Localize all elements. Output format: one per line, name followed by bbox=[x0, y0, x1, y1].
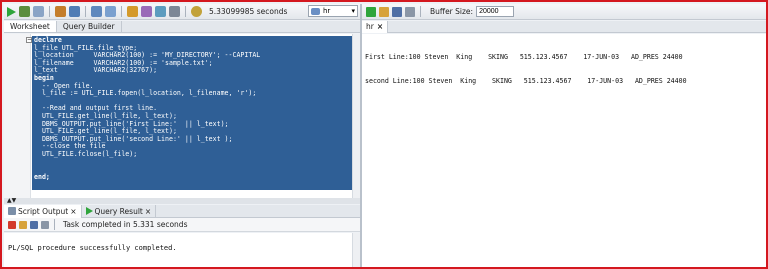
print-icon[interactable] bbox=[41, 220, 49, 229]
code-line: end; bbox=[34, 172, 50, 181]
buffer-size-input[interactable]: 20000 bbox=[476, 6, 515, 17]
tab-hr-label: hr bbox=[366, 22, 374, 31]
code-selection[interactable]: declare l_file UTL_FILE.file_type; l_locat… bbox=[32, 36, 352, 190]
chevron-down-icon: ▾ bbox=[351, 7, 355, 15]
script-output-text: PL/SQL procedure successfully completed. bbox=[8, 244, 177, 252]
eraser-icon[interactable] bbox=[379, 6, 389, 17]
task-status: Task completed in 5.331 seconds bbox=[63, 220, 188, 229]
toolbar-separator bbox=[420, 6, 421, 17]
editor-scrollbar[interactable] bbox=[352, 34, 360, 198]
toolbar-separator bbox=[54, 219, 55, 230]
dbms-output-line: second Line:100 Steven King SKING 515.12… bbox=[365, 77, 768, 85]
database-icon bbox=[311, 8, 320, 15]
tab-script-output-label: Script Output bbox=[18, 206, 69, 216]
dbms-output-tabs: hr × bbox=[362, 21, 766, 33]
code-line: l_text VARCHAR2(32767); bbox=[34, 66, 158, 75]
worksheet-toolbar: 5.33099985 seconds bbox=[4, 4, 360, 20]
rollback-icon[interactable] bbox=[55, 6, 66, 17]
app-frame: 5.33099985 seconds hr ▾ Worksheet Query … bbox=[0, 0, 768, 269]
close-icon[interactable]: × bbox=[145, 207, 151, 216]
toolbar-separator bbox=[121, 6, 122, 17]
worksheet-tabs: Worksheet Query Builder bbox=[4, 21, 360, 33]
clear-icon[interactable] bbox=[127, 6, 138, 17]
close-icon[interactable]: × bbox=[70, 207, 76, 216]
toolbar-separator bbox=[85, 6, 86, 17]
dbms-output-line: First Line:100 Steven King SKING 515.123… bbox=[365, 53, 768, 61]
tab-query-builder[interactable]: Query Builder bbox=[57, 21, 122, 32]
history-icon[interactable] bbox=[141, 6, 152, 17]
tab-hr[interactable]: hr × bbox=[362, 21, 389, 33]
pin-icon[interactable] bbox=[8, 220, 16, 229]
tab-script-output[interactable]: Script Output × bbox=[4, 204, 82, 218]
output-toolbar: Task completed in 5.331 seconds bbox=[4, 218, 360, 232]
format-icon[interactable] bbox=[155, 6, 166, 17]
run-statement-icon[interactable] bbox=[7, 6, 16, 17]
panel-splitter[interactable]: ▲▼ bbox=[4, 198, 360, 204]
code-line: l_file := UTL_FILE.fopen(l_location, l_f… bbox=[34, 89, 257, 98]
save-icon[interactable] bbox=[392, 6, 402, 17]
connection-select[interactable]: hr ▾ bbox=[308, 5, 358, 17]
eraser-icon[interactable] bbox=[19, 220, 27, 229]
play-icon bbox=[85, 207, 93, 215]
run-script-icon[interactable] bbox=[19, 6, 30, 17]
script-output-icon bbox=[8, 207, 16, 215]
line-gutter: − bbox=[4, 34, 32, 198]
code-line: UTL_FILE.fclose(l_file); bbox=[34, 149, 138, 158]
autotrace-icon[interactable] bbox=[91, 6, 102, 17]
print-icon[interactable] bbox=[405, 6, 415, 17]
save-icon[interactable] bbox=[30, 220, 38, 229]
unshared-icon[interactable] bbox=[169, 6, 180, 17]
toolbar-separator bbox=[185, 6, 186, 17]
tab-query-result-label: Query Result bbox=[94, 206, 143, 216]
dbms-output-toolbar: Buffer Size: 20000 bbox=[362, 4, 766, 20]
sql-tuning-icon[interactable] bbox=[105, 6, 116, 17]
sql-editor[interactable]: − declare l_file UTL_FILE.file_type; l_loc… bbox=[4, 34, 360, 198]
elapsed-time: 5.33099985 seconds bbox=[209, 7, 288, 16]
tab-worksheet[interactable]: Worksheet bbox=[4, 21, 57, 32]
buffer-size-label: Buffer Size: bbox=[430, 7, 474, 16]
close-icon[interactable]: × bbox=[377, 22, 383, 31]
dbms-output-area[interactable]: First Line:100 Steven King SKING 515.123… bbox=[362, 34, 768, 267]
explain-plan-icon[interactable] bbox=[69, 6, 80, 17]
output-tabs: Script Output × Query Result × bbox=[4, 204, 360, 218]
output-scrollbar[interactable] bbox=[352, 233, 360, 267]
enable-output-icon[interactable] bbox=[366, 6, 376, 17]
script-output-area[interactable]: PL/SQL procedure successfully completed. bbox=[4, 233, 360, 267]
connection-value: hr bbox=[323, 7, 331, 15]
timer-icon bbox=[191, 6, 202, 17]
commit-icon[interactable] bbox=[33, 6, 44, 17]
toolbar-separator bbox=[49, 6, 50, 17]
tab-query-result[interactable]: Query Result × bbox=[82, 204, 157, 218]
